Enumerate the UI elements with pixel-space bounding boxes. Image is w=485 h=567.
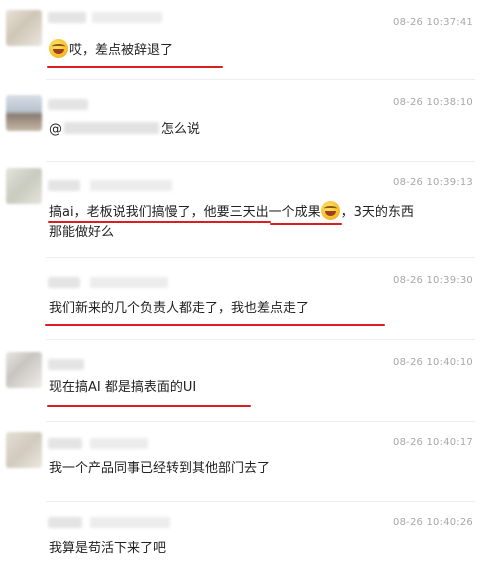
highlight-underline	[47, 405, 251, 407]
chat-message: 08-26 10:39:13 搞ai，老板说我们搞慢了，他要三天出一个成果 ，3天…	[0, 162, 485, 258]
message-timestamp: 08-26 10:39:13	[393, 177, 473, 188]
sender-name-redacted	[90, 517, 170, 528]
laughing-crying-emoji-icon	[49, 39, 68, 58]
avatar[interactable]	[6, 510, 42, 546]
message-timestamp: 08-26 10:40:26	[393, 517, 473, 528]
sender-name-redacted	[48, 517, 82, 528]
avatar[interactable]	[6, 268, 42, 304]
mention-symbol: @	[49, 122, 62, 137]
message-text: 现在搞AI 都是搞表面的UI	[49, 380, 197, 395]
message-text: 哎，差点被辞退了	[49, 39, 173, 61]
sender-name-redacted	[48, 99, 88, 110]
sender-name-redacted	[90, 438, 148, 449]
chat-message: 08-26 10:40:26 我算是苟活下来了吧	[0, 502, 485, 567]
sender-name-redacted	[48, 12, 86, 23]
highlight-underline	[48, 221, 271, 223]
highlight-underline	[45, 324, 385, 326]
message-timestamp: 08-26 10:39:30	[393, 275, 473, 286]
message-timestamp: 08-26 10:37:41	[393, 17, 473, 28]
highlight-underline	[47, 66, 223, 68]
message-timestamp: 08-26 10:38:10	[393, 97, 473, 108]
avatar[interactable]	[6, 432, 42, 468]
mention-name-redacted[interactable]	[64, 122, 159, 134]
sender-name-redacted	[92, 12, 162, 23]
message-text: @ 怎么说	[49, 122, 201, 137]
sender-name-redacted	[90, 180, 172, 191]
message-timestamp: 08-26 10:40:17	[393, 437, 473, 448]
sender-name-redacted	[48, 438, 82, 449]
sender-name-redacted	[48, 180, 80, 191]
message-timestamp: 08-26 10:40:10	[393, 357, 473, 368]
chat-message: 08-26 10:40:10 现在搞AI 都是搞表面的UI	[0, 340, 485, 422]
message-text: 我一个产品同事已经转到其他部门去了	[49, 461, 271, 476]
avatar[interactable]	[6, 352, 42, 388]
highlight-underline	[270, 223, 342, 225]
chat-message: 08-26 10:40:17 我一个产品同事已经转到其他部门去了	[0, 422, 485, 502]
avatar[interactable]	[6, 168, 42, 204]
chat-message: 08-26 10:37:41 哎，差点被辞退了	[0, 0, 485, 80]
sender-name-redacted	[48, 277, 80, 288]
chat-message: 08-26 10:39:30 我们新来的几个负责人都走了，我也差点走了	[0, 258, 485, 340]
sender-name-redacted	[48, 359, 84, 370]
avatar[interactable]	[6, 10, 42, 46]
laughing-crying-emoji-icon	[320, 201, 340, 220]
message-text: 我们新来的几个负责人都走了，我也差点走了	[49, 301, 310, 316]
message-text: 我算是苟活下来了吧	[49, 541, 167, 556]
chat-message: 08-26 10:38:10 @ 怎么说	[0, 80, 485, 162]
sender-name-redacted	[90, 277, 168, 288]
avatar[interactable]	[6, 95, 42, 131]
chat-message-list: 08-26 10:37:41 哎，差点被辞退了 08-26 10:38:10 @…	[0, 0, 485, 567]
